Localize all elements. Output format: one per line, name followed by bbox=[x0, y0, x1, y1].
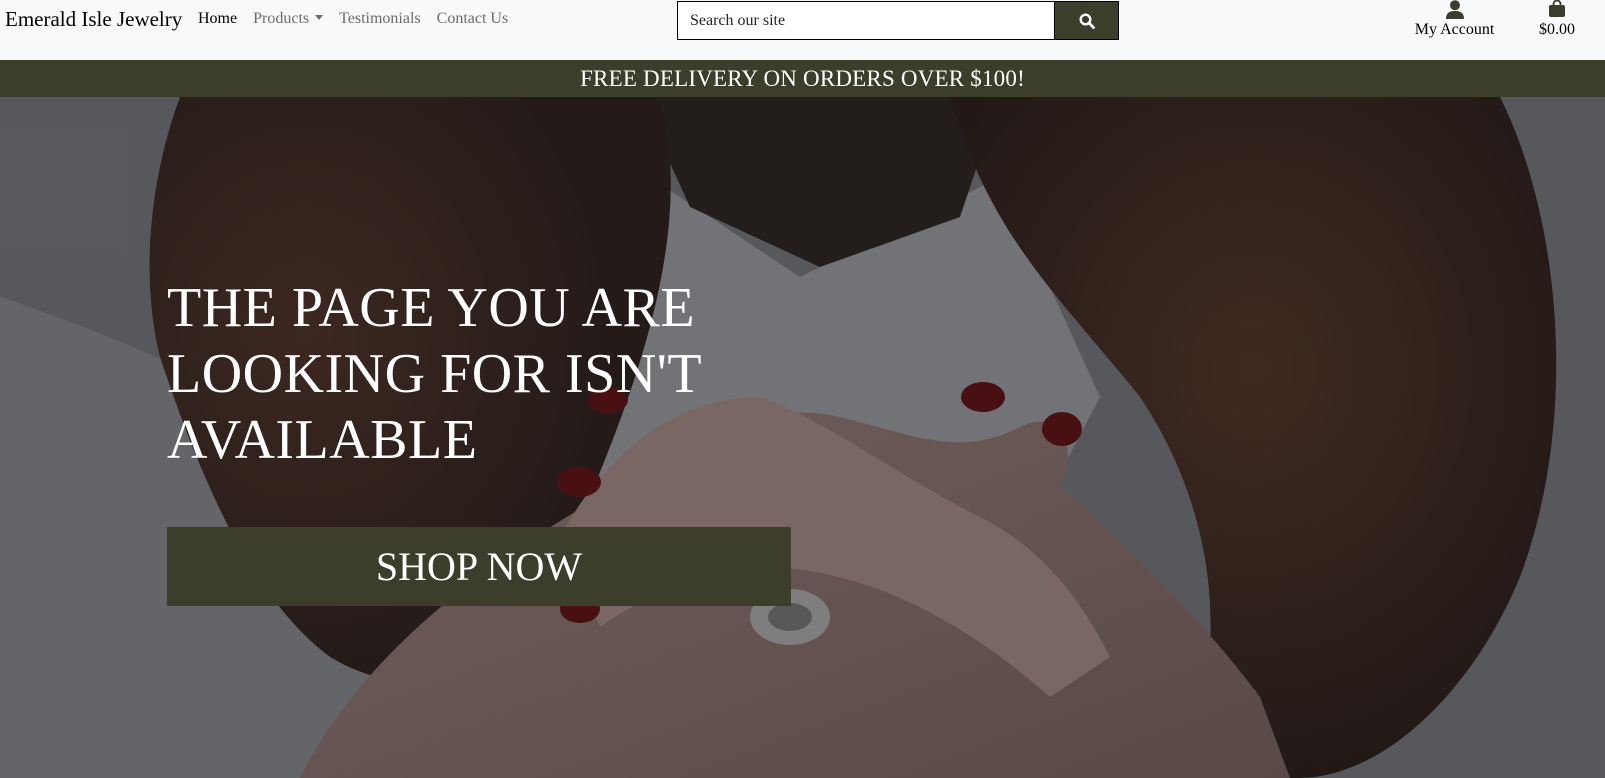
chevron-down-icon bbox=[315, 15, 324, 20]
search-form bbox=[677, 1, 1119, 40]
search-input[interactable] bbox=[677, 1, 1054, 40]
free-delivery-banner: FREE DELIVERY ON ORDERS OVER $100! bbox=[0, 60, 1605, 97]
hero-title: THE PAGE YOU ARE LOOKING FOR ISN'T AVAIL… bbox=[167, 277, 702, 471]
nav-products-label: Products bbox=[253, 10, 310, 27]
cart-link[interactable]: $0.00 bbox=[1530, 0, 1584, 39]
search-button[interactable] bbox=[1054, 1, 1119, 40]
nav-home[interactable]: Home bbox=[198, 10, 237, 28]
nav-testimonials[interactable]: Testimonials bbox=[339, 10, 421, 28]
hero-section: THE PAGE YOU ARE LOOKING FOR ISN'T AVAIL… bbox=[0, 97, 1605, 778]
shopping-bag-icon bbox=[1549, 0, 1565, 17]
my-account-link[interactable]: My Account bbox=[1412, 0, 1497, 39]
nav-contact-us[interactable]: Contact Us bbox=[437, 10, 509, 28]
brand-logo[interactable]: Emerald Isle Jewelry bbox=[5, 7, 182, 32]
shop-now-button[interactable]: SHOP NOW bbox=[167, 527, 791, 606]
navbar: Emerald Isle Jewelry Home Products Testi… bbox=[0, 0, 1605, 60]
search-icon bbox=[1078, 12, 1095, 29]
cart-total: $0.00 bbox=[1539, 21, 1575, 38]
user-icon bbox=[1445, 0, 1464, 19]
my-account-label: My Account bbox=[1414, 21, 1495, 38]
nav-products-dropdown[interactable]: Products bbox=[253, 10, 324, 28]
main-nav: Home Products Testimonials Contact Us bbox=[198, 10, 508, 28]
